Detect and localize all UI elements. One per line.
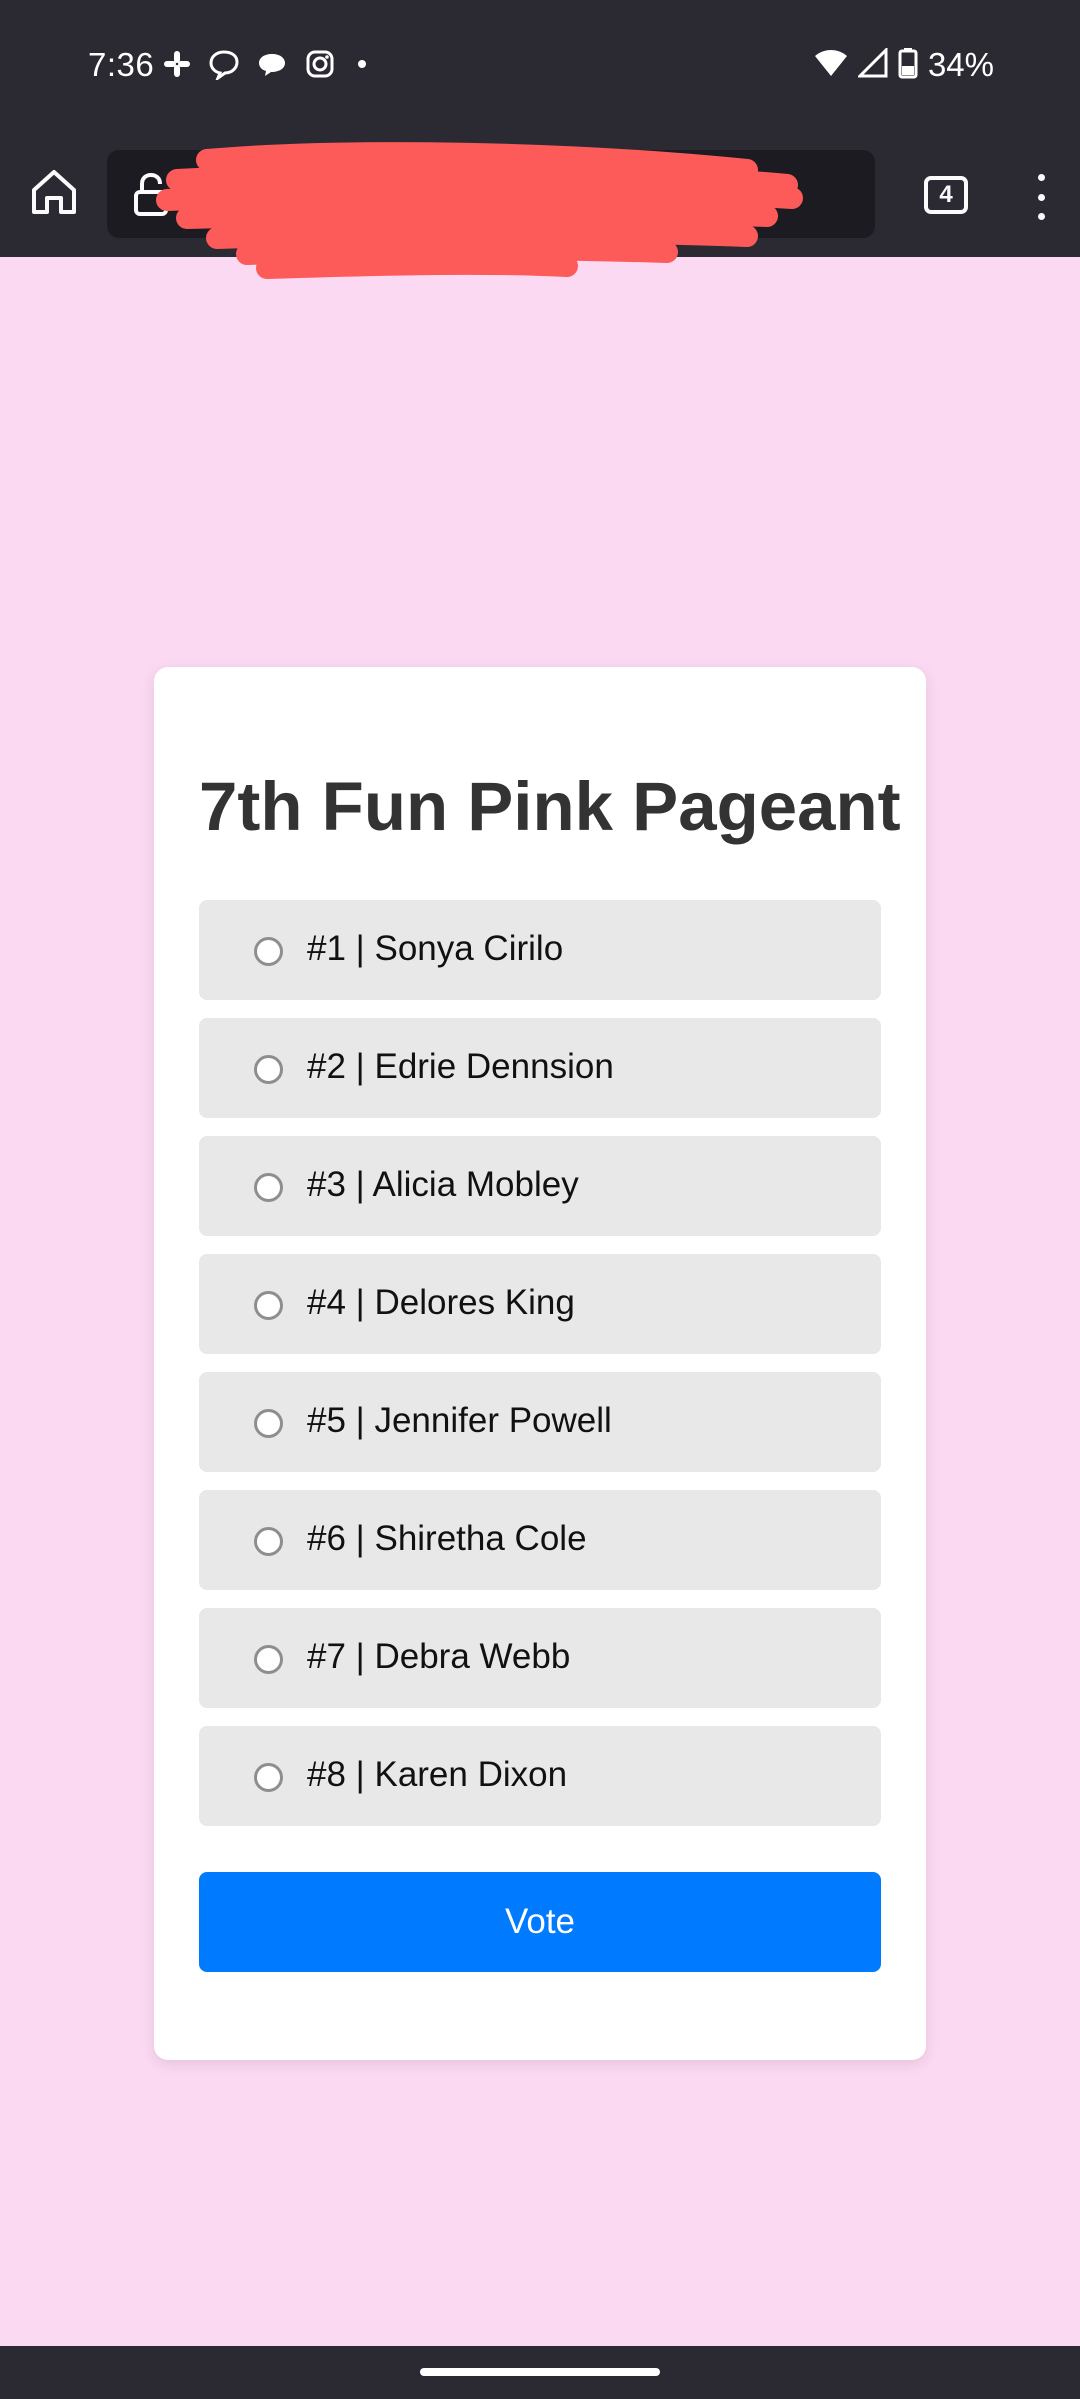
notification-icons [162,48,372,80]
option-5[interactable]: #5 | Jennifer Powell [199,1372,881,1472]
radio-button[interactable] [254,1645,283,1674]
option-2[interactable]: #2 | Edrie Dennsion [199,1018,881,1118]
more-dot-icon [352,54,372,74]
lock-icon [133,172,169,223]
signal-icon [856,45,888,83]
radio-button[interactable] [254,1763,283,1792]
url-bar[interactable]: ··· [107,142,875,279]
battery-icon [898,47,918,84]
instagram-icon [304,48,336,80]
redaction-scribble [156,142,803,279]
option-1[interactable]: #1 | Sonya Cirilo [199,900,881,1000]
system-icons: 34% [814,45,994,84]
battery-percentage: 34% [927,46,994,83]
url-text: ··· [187,178,217,211]
radio-button[interactable] [254,937,283,966]
vote-button[interactable]: Vote [199,1872,881,1972]
option-6[interactable]: #6 | Shiretha Cole [199,1490,881,1590]
option-7[interactable]: #7 | Debra Webb [199,1608,881,1708]
chat-bubble-icon [208,48,240,80]
wifi-icon [814,48,848,83]
option-label: #4 | Delores King [307,1283,575,1322]
home-indicator[interactable] [420,2368,660,2376]
home-button[interactable] [26,164,82,220]
status-time: 7:36 [88,46,155,83]
browser-toolbar: ··· 4 [0,134,1080,279]
tabs-counter-button[interactable]: 4 [924,176,968,214]
option-label: #7 | Debra Webb [307,1637,571,1676]
option-8[interactable]: #8 | Karen Dixon [199,1726,881,1826]
home-icon [32,170,76,214]
menu-icon[interactable] [1026,174,1056,220]
slack-icon [162,49,192,79]
poll-card: 7th Fun Pink Pageant #1 | Sonya Cirilo #… [154,667,926,2060]
radio-button[interactable] [254,1291,283,1320]
option-3[interactable]: #3 | Alicia Mobley [199,1136,881,1236]
option-label: #2 | Edrie Dennsion [307,1047,614,1086]
gesture-nav-bar [0,2346,1080,2399]
option-label: #6 | Shiretha Cole [307,1519,587,1558]
option-label: #5 | Jennifer Powell [307,1401,612,1440]
option-label: #1 | Sonya Cirilo [307,929,564,968]
options-list: #1 | Sonya Cirilo #2 | Edrie Dennsion #3… [199,900,881,1844]
messages-icon [256,48,288,80]
option-label: #8 | Karen Dixon [307,1755,568,1794]
option-4[interactable]: #4 | Delores King [199,1254,881,1354]
radio-button[interactable] [254,1173,283,1202]
radio-button[interactable] [254,1409,283,1438]
option-label: #3 | Alicia Mobley [307,1165,579,1204]
status-bar: 7:36 34% [0,0,1080,134]
radio-button[interactable] [254,1055,283,1084]
page-title: 7th Fun Pink Pageant [199,768,901,845]
radio-button[interactable] [254,1527,283,1556]
